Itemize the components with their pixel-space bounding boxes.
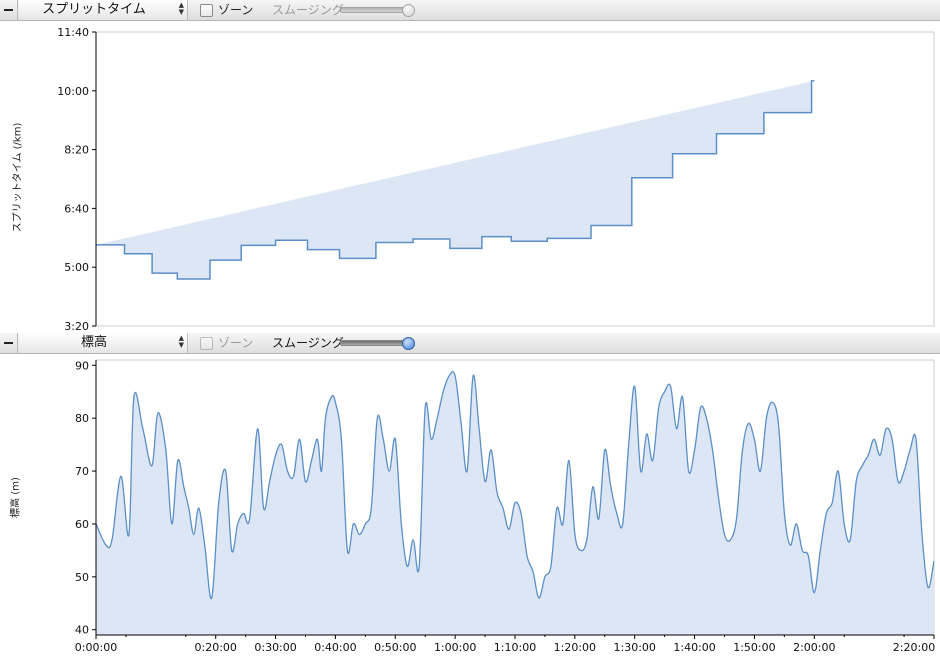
split-time-chart: 3:20 5:00 6:40 8:20 10:00 11:40 <box>57 26 935 332</box>
smoothing-slider-top[interactable] <box>340 4 415 17</box>
updown-arrows-icon: ▲ ▼ <box>178 1 184 16</box>
y-tick-label: 70 <box>75 465 89 478</box>
y-tick-label: 3:20 <box>64 320 89 332</box>
x-tick-label: 0:30:00 <box>254 641 296 654</box>
x-tick-label: 0:50:00 <box>374 641 416 654</box>
zone-label-top: ゾーン <box>218 3 254 17</box>
x-tick-label: 1:00:00 <box>434 641 476 654</box>
metric-selector-bottom[interactable]: 標高 ▲ ▼ <box>19 333 188 353</box>
elevation-chart: 40 50 60 70 80 90 0:00:00 0:20:00 0:30:00 0:40:00… <box>75 359 935 654</box>
y-tick-label: 10:00 <box>57 85 89 98</box>
smoothing-label-top: スムージング <box>272 3 344 17</box>
smoothing-slider-bottom[interactable] <box>340 337 415 350</box>
y-tick-label: 60 <box>75 518 89 531</box>
x-tick-label: 2:00:00 <box>793 641 835 654</box>
minus-icon <box>4 9 13 11</box>
y-tick-label: 11:40 <box>57 26 89 39</box>
x-tick-label: 1:20:00 <box>554 641 596 654</box>
y-tick-label: 40 <box>75 624 89 637</box>
slider-knob-top[interactable] <box>402 4 415 17</box>
metric-selector-label: 標高 <box>80 335 107 350</box>
split-time-panel: スプリットタイム ▲ ▼ ゾーン スムージング 3:20 5:00 6:40 8:20 1… <box>0 0 940 332</box>
x-tick-label: 1:10:00 <box>494 641 536 654</box>
y-tick-label: 80 <box>75 412 89 425</box>
elevation-panel: 標高 ▲ ▼ ゾーン スムージング 40 50 60 70 80 90 0:00:00 0:20… <box>0 333 940 662</box>
x-tick-label: 1:30:00 <box>614 641 656 654</box>
slider-knob-bottom[interactable] <box>402 337 415 350</box>
elevation-y-axis-label: 標高 (m) <box>10 477 22 518</box>
metric-selector-label: スプリットタイム <box>42 2 146 17</box>
updown-arrows-icon: ▲ ▼ <box>178 334 184 349</box>
zone-checkbox-top[interactable] <box>200 4 213 17</box>
zone-label-bottom: ゾーン <box>218 336 254 350</box>
y-tick-label: 6:40 <box>64 202 89 215</box>
split-time-toolbar: スプリットタイム ▲ ▼ ゾーン スムージング <box>0 0 940 21</box>
y-tick-label: 8:20 <box>64 144 89 157</box>
smoothing-label-bottom: スムージング <box>272 336 344 350</box>
x-tick-label: 1:40:00 <box>673 641 715 654</box>
x-tick-label: 0:00:00 <box>75 641 117 654</box>
x-tick-label: 0:20:00 <box>195 641 237 654</box>
split-time-y-axis-label: スプリットタイム (/km) <box>12 122 24 233</box>
collapse-button-bottom[interactable] <box>0 333 18 353</box>
x-tick-label: 1:50:00 <box>733 641 775 654</box>
y-tick-label: 50 <box>75 571 89 584</box>
collapse-button-top[interactable] <box>0 0 18 20</box>
elevation-toolbar: 標高 ▲ ▼ ゾーン スムージング <box>0 333 940 354</box>
metric-selector-top[interactable]: スプリットタイム ▲ ▼ <box>19 0 188 20</box>
zone-checkbox-bottom[interactable] <box>200 337 213 350</box>
y-tick-label: 5:00 <box>64 261 89 274</box>
minus-icon <box>4 342 13 344</box>
y-tick-label: 90 <box>75 359 89 372</box>
x-tick-label: 2:20:00 <box>893 641 935 654</box>
x-tick-label: 0:40:00 <box>314 641 356 654</box>
